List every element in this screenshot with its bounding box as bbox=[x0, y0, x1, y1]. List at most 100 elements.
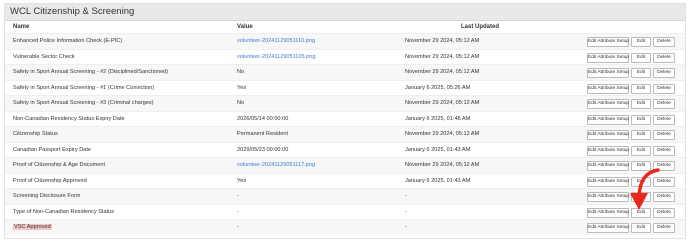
row-actions: Edit Attribute Setup Edit Delete bbox=[587, 176, 675, 187]
delete-button[interactable]: Delete bbox=[653, 114, 675, 125]
delete-button[interactable]: Delete bbox=[653, 130, 675, 140]
attribute-name: Screening Disclosure Form bbox=[13, 189, 80, 205]
table-row: Safety in Sport Annual Screening - #3 (C… bbox=[5, 95, 685, 111]
column-header-value: Value bbox=[237, 24, 253, 30]
delete-button[interactable]: Delete bbox=[653, 161, 675, 171]
table-row: Non-Canadian Residency Status Expiry Dat… bbox=[5, 110, 685, 128]
table-row: Type of Non-Canadian Residency Status - - E… bbox=[5, 203, 685, 221]
row-actions: Edit Attribute Setup Edit Delete bbox=[587, 83, 675, 94]
table-row: Safety in Sport Annual Screening - #1 (C… bbox=[5, 79, 685, 97]
edit-attribute-setup-button[interactable]: Edit Attribute Setup bbox=[587, 99, 629, 109]
attribute-name: Safety in Sport Annual Screening - #3 (C… bbox=[13, 96, 154, 112]
edit-button[interactable]: Edit bbox=[631, 114, 651, 125]
table-row: Canadian Passport Expiry Date 2029/05/23 … bbox=[5, 141, 685, 159]
attribute-name-text: Non-Canadian Residency Status Expiry Dat… bbox=[13, 115, 125, 122]
attribute-value-link[interactable]: volunteer-20241129051110.png bbox=[237, 34, 315, 50]
delete-button[interactable]: Delete bbox=[653, 207, 675, 218]
edit-attribute-setup-button[interactable]: Edit Attribute Setup bbox=[587, 114, 629, 125]
attribute-name-text: Safety in Sport Annual Screening - #1 (C… bbox=[13, 84, 155, 91]
edit-button[interactable]: Edit bbox=[631, 52, 651, 63]
last-updated: January 6 2025, 05:26 AM bbox=[405, 84, 471, 91]
attribute-name-text: Enhanced Police Information Check (E-PIC… bbox=[13, 38, 123, 44]
table-row: Safety in Sport Annual Screening - #2 (D… bbox=[5, 64, 685, 80]
attribute-name: Safety in Sport Annual Screening - #1 (C… bbox=[13, 81, 154, 97]
attribute-name: Proof of Citizenship Approved bbox=[13, 174, 87, 190]
edit-attribute-setup-button[interactable]: Edit Attribute Setup bbox=[587, 161, 629, 171]
attribute-value: - bbox=[237, 224, 239, 230]
last-updated: November 29 2024, 05:12 AM bbox=[405, 69, 480, 75]
attribute-name: Enhanced Police Information Check (E-PIC… bbox=[13, 34, 122, 50]
edit-button[interactable]: Edit bbox=[631, 68, 651, 78]
row-actions: Edit Attribute Setup Edit Delete bbox=[587, 114, 675, 125]
row-actions: Edit Attribute Setup Edit Delete bbox=[587, 130, 675, 140]
attribute-value-link[interactable]: volunteer-20241129051105.png bbox=[237, 50, 315, 66]
delete-button[interactable]: Delete bbox=[653, 192, 675, 202]
attribute-name-text: Safety in Sport Annual Screening - #3 (C… bbox=[13, 100, 154, 106]
attribute-name-text: Canadian Passport Expiry Date bbox=[13, 146, 92, 153]
attribute-name: Type of Non-Canadian Residency Status bbox=[13, 205, 114, 221]
delete-button[interactable]: Delete bbox=[653, 37, 675, 47]
attribute-name: VSC Approved bbox=[13, 220, 52, 236]
attribute-name-text: Citizenship Status bbox=[13, 131, 58, 137]
delete-button[interactable]: Delete bbox=[653, 83, 675, 94]
last-updated: - bbox=[405, 224, 407, 230]
edit-attribute-setup-button[interactable]: Edit Attribute Setup bbox=[587, 130, 629, 140]
row-actions: Edit Attribute Setup Edit Delete bbox=[587, 223, 675, 233]
attribute-value: No bbox=[237, 100, 245, 106]
attribute-value: - bbox=[237, 193, 239, 199]
attribute-name: Canadian Passport Expiry Date bbox=[13, 143, 91, 159]
last-updated: November 29 2024, 05:12 AM bbox=[405, 53, 480, 60]
edit-attribute-setup-button[interactable]: Edit Attribute Setup bbox=[587, 83, 629, 94]
edit-button[interactable]: Edit bbox=[631, 161, 651, 171]
edit-attribute-setup-button[interactable]: Edit Attribute Setup bbox=[587, 145, 629, 156]
edit-attribute-setup-button[interactable]: Edit Attribute Setup bbox=[587, 176, 629, 187]
attribute-name-text: Proof of Citizenship Approved bbox=[13, 177, 87, 184]
row-actions: Edit Attribute Setup Edit Delete bbox=[587, 68, 675, 78]
attribute-name-text: Type of Non-Canadian Residency Status bbox=[13, 208, 115, 215]
table-row: Screening Disclosure Form - - Edit Attribut… bbox=[5, 188, 685, 204]
delete-button[interactable]: Delete bbox=[653, 176, 675, 187]
column-header-name: Name bbox=[13, 24, 30, 30]
row-actions: Edit Attribute Setup Edit Delete bbox=[587, 145, 675, 156]
delete-button[interactable]: Delete bbox=[653, 223, 675, 233]
edit-attribute-setup-button[interactable]: Edit Attribute Setup bbox=[587, 207, 629, 218]
edit-attribute-setup-button[interactable]: Edit Attribute Setup bbox=[587, 68, 629, 78]
row-actions: Edit Attribute Setup Edit Delete bbox=[587, 52, 675, 63]
edit-attribute-setup-button[interactable]: Edit Attribute Setup bbox=[587, 52, 629, 63]
table-row: Vulnerable Sector Check volunteer-2024112… bbox=[5, 48, 685, 66]
table-header: Name Value Last Updated bbox=[5, 21, 685, 33]
last-updated: - bbox=[405, 208, 407, 215]
edit-attribute-setup-button[interactable]: Edit Attribute Setup bbox=[587, 37, 629, 47]
edit-button[interactable]: Edit bbox=[631, 176, 651, 187]
row-actions: Edit Attribute Setup Edit Delete bbox=[587, 192, 675, 202]
attribute-name: Citizenship Status bbox=[13, 127, 58, 143]
edit-button[interactable]: Edit bbox=[631, 37, 651, 47]
attribute-value: No bbox=[237, 69, 245, 75]
edit-button[interactable]: Edit bbox=[631, 130, 651, 140]
edit-button[interactable]: Edit bbox=[631, 145, 651, 156]
last-updated: November 29 2024, 05:12 AM bbox=[405, 100, 480, 106]
delete-button[interactable]: Delete bbox=[653, 68, 675, 78]
attribute-name: Non-Canadian Residency Status Expiry Dat… bbox=[13, 112, 125, 128]
row-actions: Edit Attribute Setup Edit Delete bbox=[587, 99, 675, 109]
row-actions: Edit Attribute Setup Edit Delete bbox=[587, 207, 675, 218]
edit-button[interactable]: Edit bbox=[631, 83, 651, 94]
edit-attribute-setup-button[interactable]: Edit Attribute Setup bbox=[587, 192, 629, 202]
citizenship-screening-panel: WCL Citizenship & Screening Name Value L… bbox=[4, 3, 686, 239]
edit-button[interactable]: Edit bbox=[631, 99, 651, 109]
delete-button[interactable]: Delete bbox=[653, 99, 675, 109]
edit-button[interactable]: Edit bbox=[631, 192, 651, 202]
table-row: Citizenship Status Permanent Resident Nove… bbox=[5, 126, 685, 142]
edit-button[interactable]: Edit bbox=[631, 207, 651, 218]
last-updated: November 29 2024, 05:12 AM bbox=[405, 162, 480, 168]
attribute-value-link[interactable]: volunteer-20241129051117.png bbox=[237, 158, 315, 174]
delete-button[interactable]: Delete bbox=[653, 145, 675, 156]
delete-button[interactable]: Delete bbox=[653, 52, 675, 63]
last-updated: January 6 2025, 01:43 AM bbox=[405, 146, 471, 153]
edit-attribute-setup-button[interactable]: Edit Attribute Setup bbox=[587, 223, 629, 233]
attribute-name: Vulnerable Sector Check bbox=[13, 50, 75, 66]
attribute-name-text: Proof of Citizenship & Age Document bbox=[13, 162, 106, 168]
attribute-value: Yes bbox=[237, 177, 247, 184]
table-row: VSC Approved - - Edit Attribute Setup Edit De… bbox=[5, 219, 685, 235]
edit-button[interactable]: Edit bbox=[631, 223, 651, 233]
